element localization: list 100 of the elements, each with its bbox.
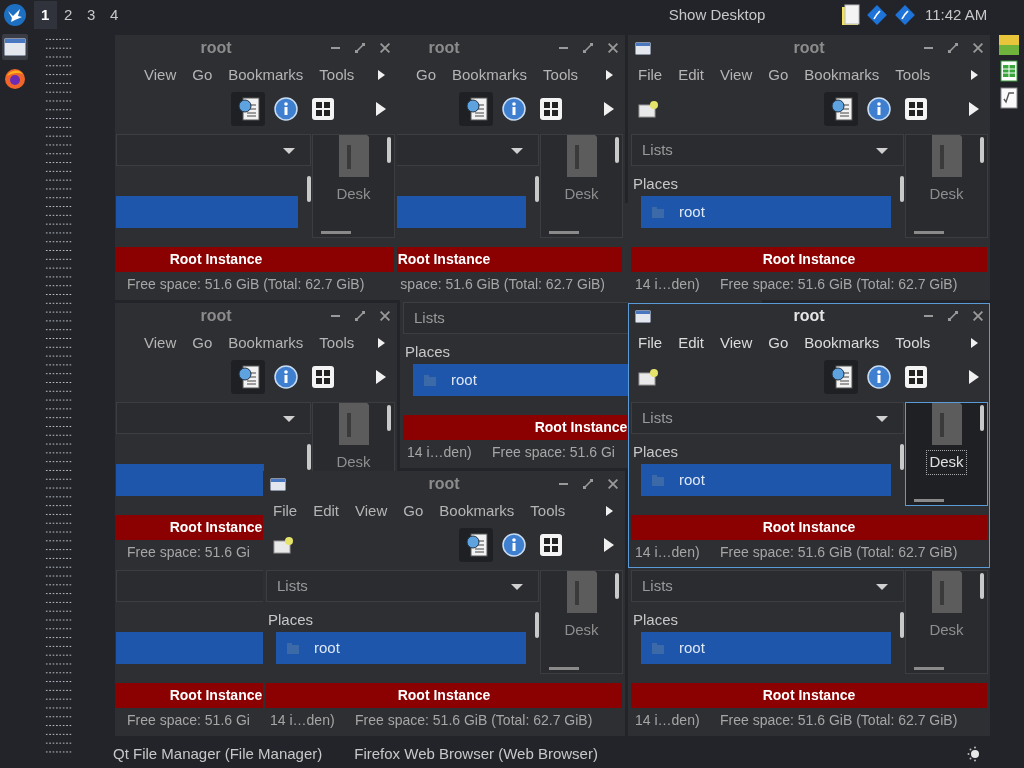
scrollbar[interactable] <box>549 667 579 670</box>
new-folder-button[interactable] <box>638 99 660 119</box>
close-button[interactable] <box>608 479 618 489</box>
taskbar-button[interactable]: Qt File Manager (File Manager) <box>113 742 323 766</box>
menu-item[interactable]: Go <box>395 499 432 523</box>
menu-item[interactable]: Bookmarks <box>220 63 312 87</box>
scrollbar[interactable] <box>387 137 391 163</box>
workspace-button[interactable]: 2 <box>56 1 80 29</box>
place-item[interactable]: root <box>413 364 629 396</box>
menu-item[interactable]: Bookmarks <box>431 499 523 523</box>
show-desktop-button[interactable]: Show Desktop <box>668 3 766 27</box>
maximize-button[interactable] <box>355 311 365 321</box>
scrollbar[interactable] <box>914 499 944 502</box>
new-folder-button[interactable] <box>273 535 295 555</box>
menu-item[interactable]: File <box>265 499 306 523</box>
lists-dropdown[interactable]: Lists <box>631 570 904 602</box>
scrollbar[interactable] <box>321 231 351 234</box>
close-button[interactable] <box>608 43 618 53</box>
scrollbar[interactable] <box>900 176 904 202</box>
scrollbar[interactable] <box>535 176 539 202</box>
lists-dropdown[interactable]: Lists <box>266 570 539 602</box>
close-button[interactable] <box>973 311 983 321</box>
new-folder-button[interactable] <box>638 367 660 387</box>
menu-more-button[interactable] <box>969 336 979 350</box>
scrollbar[interactable] <box>914 667 944 670</box>
more-button[interactable] <box>967 368 981 386</box>
preview-button[interactable] <box>458 92 493 126</box>
maximize-button[interactable] <box>583 43 593 53</box>
file-label[interactable]: Desk <box>334 183 373 206</box>
menu-more-button[interactable] <box>376 336 386 350</box>
menu-item[interactable]: Tools <box>311 331 363 355</box>
preview-button[interactable] <box>823 360 858 394</box>
scrollbar[interactable] <box>980 137 984 163</box>
maximize-button[interactable] <box>948 43 958 53</box>
scrollbar[interactable] <box>615 137 619 163</box>
close-button[interactable] <box>380 311 390 321</box>
close-button[interactable] <box>380 43 390 53</box>
file-label[interactable]: Desk <box>562 619 601 642</box>
clock[interactable]: 11:42 AM <box>924 3 988 27</box>
menu-item[interactable]: Bookmarks <box>796 331 888 355</box>
menu-item[interactable]: Bookmarks <box>220 331 312 355</box>
menu-more-button[interactable] <box>604 68 614 82</box>
menu-item[interactable]: File <box>630 63 671 87</box>
maximize-button[interactable] <box>583 479 593 489</box>
more-button[interactable] <box>374 100 388 118</box>
menu-more-button[interactable] <box>604 504 614 518</box>
preview-button[interactable] <box>458 528 493 562</box>
scrollbar[interactable] <box>900 444 904 470</box>
file-label[interactable]: Desk <box>562 183 601 206</box>
lists-dropdown[interactable]: Lists <box>631 134 904 166</box>
menu-item[interactable]: Go <box>760 331 797 355</box>
menu-item[interactable]: View <box>712 63 761 87</box>
spreadsheet-icon[interactable] <box>999 60 1018 82</box>
file-label[interactable]: Desk <box>334 451 373 474</box>
menu-item[interactable]: Tools <box>887 331 939 355</box>
menu-item[interactable]: View <box>136 331 185 355</box>
workspace-button[interactable]: 4 <box>102 1 126 29</box>
menu-item[interactable]: Go <box>184 331 221 355</box>
menu-item[interactable]: Go <box>184 63 221 87</box>
menu-more-button[interactable] <box>376 68 386 82</box>
scrollbar[interactable] <box>900 612 904 638</box>
menu-item[interactable]: File <box>630 331 671 355</box>
menu-item[interactable]: Edit <box>670 331 713 355</box>
preview-button[interactable] <box>230 92 265 126</box>
menu-item[interactable]: View <box>712 331 761 355</box>
scrollbar[interactable] <box>307 444 311 470</box>
file-label[interactable]: Desk <box>927 619 966 642</box>
menu-item[interactable]: View <box>347 499 396 523</box>
formula-icon[interactable] <box>999 87 1018 109</box>
lists-dropdown[interactable]: Lists <box>631 402 904 434</box>
scrollbar[interactable] <box>549 231 579 234</box>
place-item[interactable]: root <box>641 464 891 496</box>
menu-item[interactable]: Bookmarks <box>796 63 888 87</box>
more-button[interactable] <box>602 100 616 118</box>
clipboard-icon[interactable] <box>841 4 862 26</box>
scrollbar[interactable] <box>914 231 944 234</box>
more-button[interactable] <box>602 536 616 554</box>
menu-item[interactable]: Tools <box>887 63 939 87</box>
preview-button[interactable] <box>230 360 265 394</box>
menu-item[interactable]: Edit <box>670 63 713 87</box>
place-item[interactable]: root <box>641 632 891 664</box>
menu-item[interactable]: Bookmarks <box>444 63 536 87</box>
place-item[interactable]: root <box>276 632 526 664</box>
lists-dropdown[interactable]: Lists <box>403 302 629 334</box>
workspace-button[interactable]: 3 <box>79 1 103 29</box>
scrollbar[interactable] <box>307 176 311 202</box>
window-icon[interactable] <box>2 34 28 60</box>
menu-item[interactable]: Tools <box>535 63 587 87</box>
browser-icon[interactable] <box>2 66 28 92</box>
preview-button[interactable] <box>823 92 858 126</box>
file-label[interactable]: Desk <box>927 451 966 474</box>
menu-item[interactable]: Edit <box>305 499 348 523</box>
app-icon[interactable] <box>998 35 1019 55</box>
scrollbar[interactable] <box>387 405 391 431</box>
workspace-button[interactable]: 1 <box>33 1 57 29</box>
maximize-button[interactable] <box>948 311 958 321</box>
scrollbar[interactable] <box>615 573 619 599</box>
scrollbar[interactable] <box>980 405 984 431</box>
menu-item[interactable]: Go <box>408 63 444 87</box>
more-button[interactable] <box>374 368 388 386</box>
